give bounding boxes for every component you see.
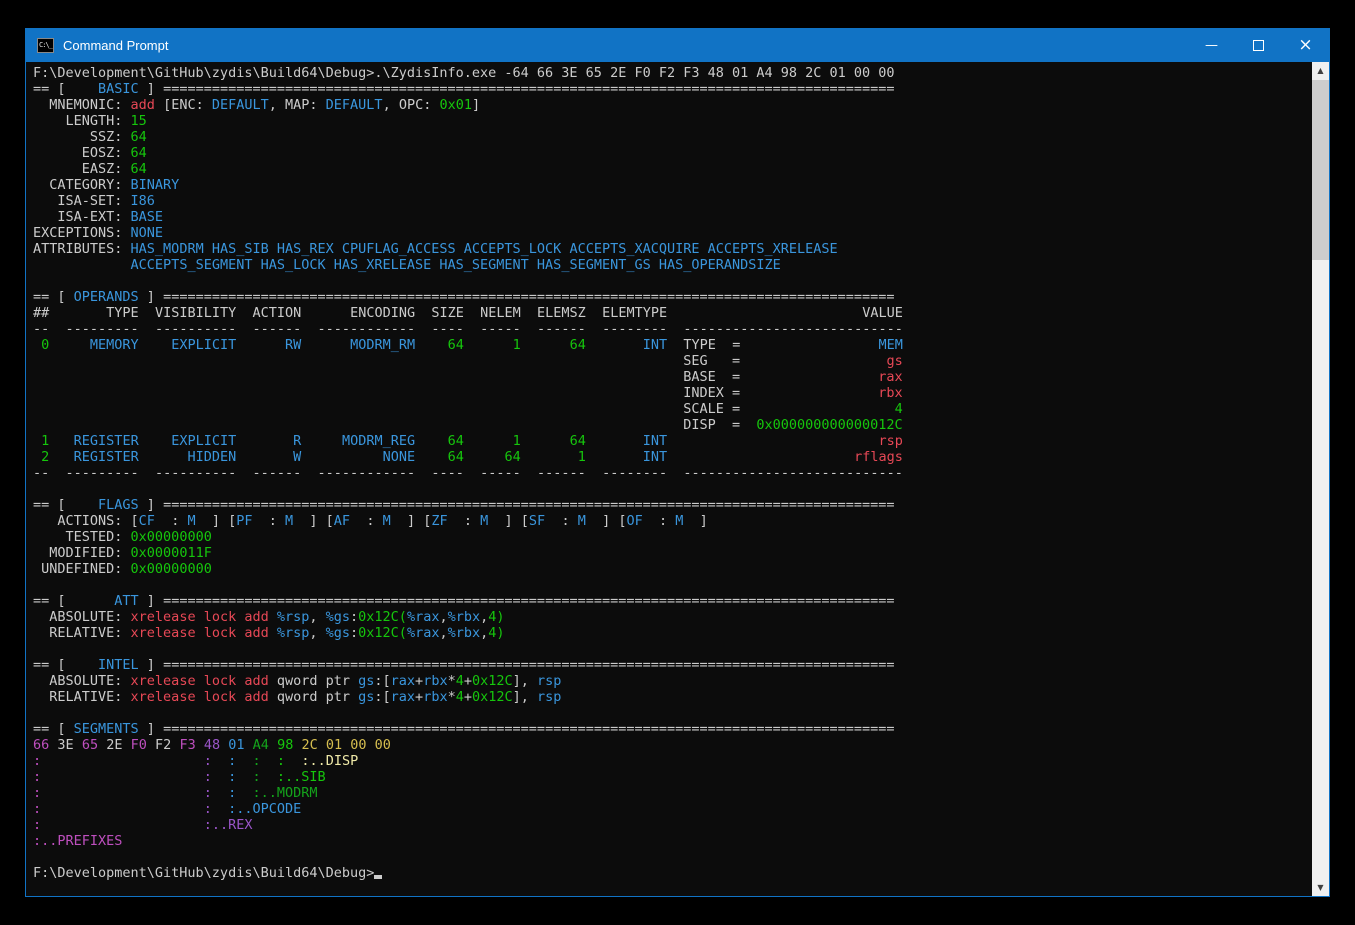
terminal-line: : : : : : :..DISP: [33, 753, 1312, 769]
close-button[interactable]: ×: [1282, 29, 1329, 62]
scrollbar[interactable]: ▲ ▼: [1312, 62, 1329, 896]
terminal-line: [33, 481, 1312, 497]
terminal-line: SCALE = 4: [33, 401, 1312, 417]
minimize-button[interactable]: —: [1188, 29, 1235, 62]
terminal-line: DISP = 0x000000000000012C: [33, 417, 1312, 433]
terminal-line: MNEMONIC: add [ENC: DEFAULT, MAP: DEFAUL…: [33, 97, 1312, 113]
terminal-line: CATEGORY: BINARY: [33, 177, 1312, 193]
terminal-line: == [ INTEL ] ===========================…: [33, 657, 1312, 673]
scroll-down-button[interactable]: ▼: [1312, 879, 1329, 896]
terminal-line: EASZ: 64: [33, 161, 1312, 177]
terminal-line: -- --------- ---------- ------ ---------…: [33, 321, 1312, 337]
terminal-line: UNDEFINED: 0x00000000: [33, 561, 1312, 577]
close-icon: ×: [1298, 38, 1312, 53]
terminal-line: -- --------- ---------- ------ ---------…: [33, 465, 1312, 481]
window-controls: — ×: [1188, 29, 1329, 62]
terminal-line: 66 3E 65 2E F0 F2 F3 48 01 A4 98 2C 01 0…: [33, 737, 1312, 753]
terminal-line: SSZ: 64: [33, 129, 1312, 145]
terminal-line: EOSZ: 64: [33, 145, 1312, 161]
terminal-line: 0 MEMORY EXPLICIT RW MODRM_RM 64 1 64 IN…: [33, 337, 1312, 353]
terminal-line: [33, 577, 1312, 593]
minimize-icon: —: [1205, 38, 1218, 53]
maximize-icon: [1253, 40, 1264, 51]
terminal-line: : : : :..MODRM: [33, 785, 1312, 801]
terminal-line: SEG = gs: [33, 353, 1312, 369]
window-content: F:\Development\GitHub\zydis\Build64\Debu…: [26, 62, 1329, 896]
terminal-line: 1 REGISTER EXPLICIT R MODRM_REG 64 1 64 …: [33, 433, 1312, 449]
terminal-line: ATTRIBUTES: HAS_MODRM HAS_SIB HAS_REX CP…: [33, 241, 1312, 257]
terminal-line: == [ BASIC ] ===========================…: [33, 81, 1312, 97]
cmd-icon[interactable]: C:\_: [37, 38, 54, 53]
terminal-line: F:\Development\GitHub\zydis\Build64\Debu…: [33, 65, 1312, 81]
terminal-line: ACCEPTS_SEGMENT HAS_LOCK HAS_XRELEASE HA…: [33, 257, 1312, 273]
terminal-line: 2 REGISTER HIDDEN W NONE 64 64 1 INT rfl…: [33, 449, 1312, 465]
scrollbar-thumb[interactable]: [1312, 80, 1329, 260]
terminal-line: [33, 273, 1312, 289]
terminal-line: [33, 641, 1312, 657]
terminal-line: TESTED: 0x00000000: [33, 529, 1312, 545]
terminal-line: ISA-EXT: BASE: [33, 209, 1312, 225]
terminal-line: EXCEPTIONS: NONE: [33, 225, 1312, 241]
terminal-output[interactable]: F:\Development\GitHub\zydis\Build64\Debu…: [26, 62, 1312, 896]
terminal-line: ABSOLUTE: xrelease lock add %rsp, %gs:0x…: [33, 609, 1312, 625]
terminal-line: : : : : :..SIB: [33, 769, 1312, 785]
command-prompt-window: C:\_ Command Prompt — × F:\Development\G…: [25, 28, 1330, 897]
scroll-up-icon: ▲: [1317, 66, 1323, 75]
terminal-line: ACTIONS: [CF : M ] [PF : M ] [AF : M ] […: [33, 513, 1312, 529]
terminal-line: [33, 705, 1312, 721]
terminal-line: == [ ATT ] =============================…: [33, 593, 1312, 609]
terminal-line: F:\Development\GitHub\zydis\Build64\Debu…: [33, 865, 1312, 881]
terminal-line: LENGTH: 15: [33, 113, 1312, 129]
scroll-down-icon: ▼: [1317, 883, 1323, 892]
terminal-line: == [ OPERANDS ] ========================…: [33, 289, 1312, 305]
terminal-line: ISA-SET: I86: [33, 193, 1312, 209]
terminal-line: : :..REX: [33, 817, 1312, 833]
terminal-line: :..PREFIXES: [33, 833, 1312, 849]
text-cursor: [374, 866, 382, 879]
terminal-line: [33, 849, 1312, 865]
terminal-line: == [ SEGMENTS ] ========================…: [33, 721, 1312, 737]
terminal-line: INDEX = rbx: [33, 385, 1312, 401]
terminal-line: BASE = rax: [33, 369, 1312, 385]
terminal-line: ABSOLUTE: xrelease lock add qword ptr gs…: [33, 673, 1312, 689]
terminal-line: ## TYPE VISIBILITY ACTION ENCODING SIZE …: [33, 305, 1312, 321]
title-bar[interactable]: C:\_ Command Prompt — ×: [26, 29, 1329, 62]
terminal-line: : : :..OPCODE: [33, 801, 1312, 817]
terminal-line: RELATIVE: xrelease lock add %rsp, %gs:0x…: [33, 625, 1312, 641]
terminal-line: MODIFIED: 0x0000011F: [33, 545, 1312, 561]
scroll-up-button[interactable]: ▲: [1312, 62, 1329, 79]
maximize-button[interactable]: [1235, 29, 1282, 62]
terminal-line: RELATIVE: xrelease lock add qword ptr gs…: [33, 689, 1312, 705]
window-title: Command Prompt: [63, 38, 168, 53]
terminal-line: == [ FLAGS ] ===========================…: [33, 497, 1312, 513]
